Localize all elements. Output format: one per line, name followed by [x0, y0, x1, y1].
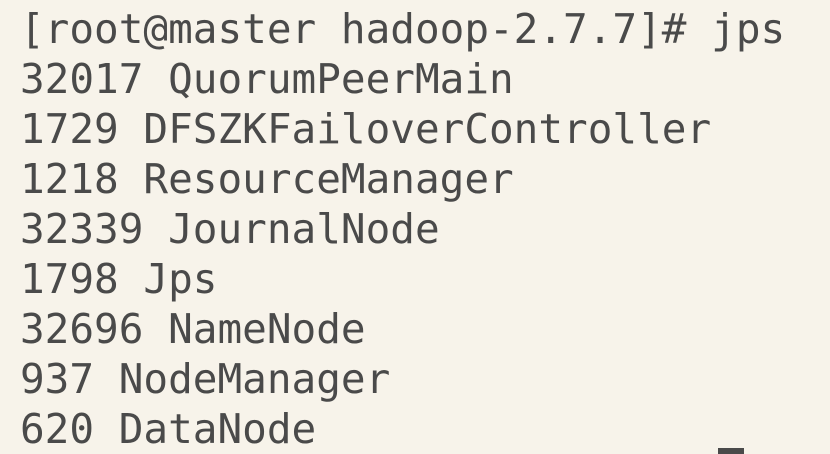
command-prompt-line: [root@master hadoop-2.7.7]# jps — [20, 5, 786, 53]
text-cursor — [718, 448, 744, 454]
output-line: 1798 Jps — [20, 255, 218, 303]
output-line: 937 NodeManager — [20, 355, 391, 403]
output-line: 32339 JournalNode — [20, 205, 440, 253]
output-line: 1729 DFSZKFailoverController — [20, 105, 712, 153]
output-line: 32017 QuorumPeerMain — [20, 55, 514, 103]
output-line: 1218 ResourceManager — [20, 155, 514, 203]
terminal-window[interactable]: [root@master hadoop-2.7.7]# jps 32017 Qu… — [0, 0, 830, 454]
output-line: 620 DataNode — [20, 405, 317, 453]
output-line: 32696 NameNode — [20, 305, 366, 353]
